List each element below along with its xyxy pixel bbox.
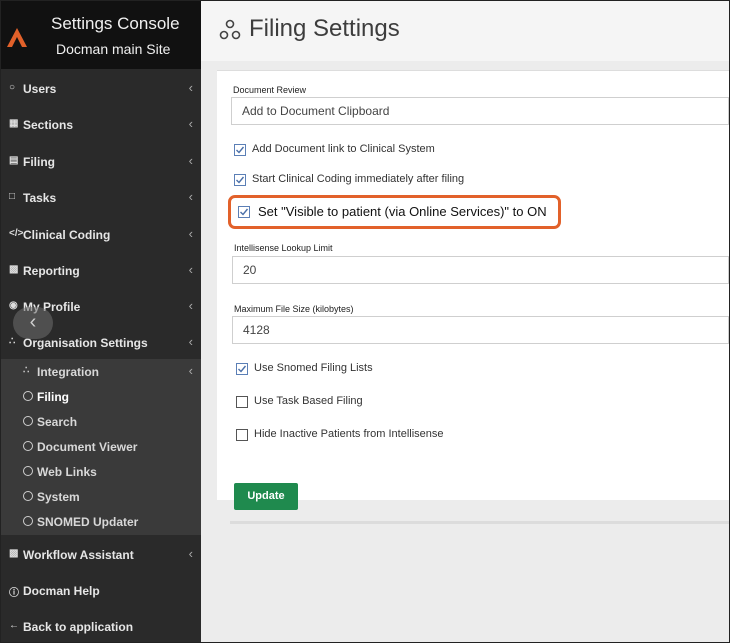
- submenu-item-system[interactable]: System: [1, 486, 201, 508]
- chevron-left-icon: ‹: [188, 546, 193, 561]
- intellisense-limit-input[interactable]: 20: [232, 256, 729, 284]
- arrow-left-icon: ←: [9, 620, 19, 631]
- submenu-item-label: Filing: [37, 390, 69, 404]
- chevron-left-icon: ‹: [188, 80, 193, 95]
- sidebar-item-tasks[interactable]: □ Tasks ‹: [1, 186, 201, 210]
- sidebar-item-users[interactable]: ○ Users ‹: [1, 77, 201, 101]
- collapse-sidebar-button[interactable]: ‹: [13, 307, 53, 339]
- intellisense-limit-label: Intellisense Lookup Limit: [234, 243, 333, 253]
- sidebar-item-label: Docman Help: [23, 584, 100, 598]
- circle-icon: [23, 391, 33, 401]
- checkbox-checked[interactable]: [234, 144, 246, 156]
- submenu-item-label: SNOMED Updater: [37, 515, 139, 529]
- submenu-item-integration[interactable]: ∴ Integration ‹: [1, 361, 201, 383]
- tag-icon: □: [9, 191, 16, 202]
- max-file-size-label: Maximum File Size (kilobytes): [234, 304, 354, 314]
- checkbox-unchecked[interactable]: [236, 429, 248, 441]
- page-title: Filing Settings: [249, 15, 400, 42]
- brand-title: Settings Console: [51, 14, 180, 33]
- visible-to-patient-highlight[interactable]: Set "Visible to patient (via Online Serv…: [228, 195, 561, 229]
- page-header: Filing Settings: [201, 1, 729, 61]
- user-icon: ○: [9, 82, 16, 93]
- sidebar: Settings Console Docman main Site ○ User…: [1, 1, 201, 642]
- circle-icon: [23, 416, 33, 426]
- chevron-left-icon: ‹: [188, 226, 193, 241]
- submenu-item-filing[interactable]: Filing: [1, 386, 201, 408]
- checkbox-label: Add Document link to Clinical System: [252, 143, 435, 155]
- submenu-item-label: Document Viewer: [37, 440, 138, 454]
- submenu-item-document-viewer[interactable]: Document Viewer: [1, 436, 201, 458]
- chevron-left-icon: ‹: [188, 363, 193, 378]
- sidebar-item-label: Tasks: [23, 191, 57, 205]
- checkbox-unchecked[interactable]: [236, 396, 248, 408]
- submenu-item-search[interactable]: Search: [1, 411, 201, 433]
- checkbox-checked[interactable]: [238, 206, 250, 218]
- org-icon: ∴: [9, 336, 16, 347]
- code-icon: </>: [9, 228, 24, 239]
- checkbox-checked[interactable]: [236, 363, 248, 375]
- sidebar-item-reporting[interactable]: ▩ Reporting ‹: [1, 259, 201, 283]
- update-button[interactable]: Update: [234, 483, 298, 510]
- checkbox-label: Hide Inactive Patients from Intellisense: [254, 428, 444, 440]
- chevron-left-icon: ‹: [188, 189, 193, 204]
- sidebar-item-label: Back to application: [23, 620, 134, 634]
- sidebar-item-label: Workflow Assistant: [23, 548, 134, 562]
- visible-to-patient-label: Set "Visible to patient (via Online Serv…: [258, 204, 547, 219]
- filing-icon: ▤: [9, 155, 19, 166]
- circle-icon: [23, 466, 33, 476]
- checkbox-label: Use Snomed Filing Lists: [254, 362, 373, 374]
- chevron-down-icon: ‹: [188, 334, 193, 349]
- org-icon: [219, 19, 241, 40]
- sidebar-item-docman-help[interactable]: ⓘ Docman Help: [1, 579, 201, 603]
- sidebar-item-sections[interactable]: ▦ Sections ‹: [1, 113, 201, 137]
- grid-icon: ▦: [9, 118, 19, 129]
- help-icon: ⓘ: [9, 588, 19, 599]
- chart-icon: ▩: [9, 264, 19, 275]
- sidebar-item-clinical-coding[interactable]: </> Clinical Coding ‹: [1, 223, 201, 247]
- checkbox-label: Use Task Based Filing: [254, 395, 363, 407]
- max-file-size-input[interactable]: 4128: [232, 316, 729, 344]
- organisation-submenu: ∴ Integration ‹ Filing Search Document V…: [1, 359, 201, 535]
- sidebar-item-label: Reporting: [23, 264, 80, 278]
- brand-subtitle: Docman main Site: [56, 41, 171, 57]
- submenu-item-label: System: [37, 490, 80, 504]
- document-review-label: Document Review: [233, 85, 307, 95]
- circle-icon: [23, 491, 33, 501]
- submenu-item-label: Search: [37, 415, 78, 429]
- submenu-item-label: Integration: [37, 365, 99, 379]
- chevron-left-icon: ‹: [188, 116, 193, 131]
- card-divider: [230, 521, 729, 524]
- submenu-item-snomed-updater[interactable]: SNOMED Updater: [1, 511, 201, 533]
- submenu-item-label: Web Links: [37, 465, 97, 479]
- sidebar-item-filing[interactable]: ▤ Filing ‹: [1, 150, 201, 174]
- sidebar-item-label: Users: [23, 82, 57, 96]
- docman-logo-icon: [7, 28, 27, 47]
- org-icon: ∴: [23, 365, 30, 376]
- chevron-left-icon: ‹: [188, 298, 193, 313]
- document-review-select[interactable]: Add to Document Clipboard: [231, 97, 729, 125]
- circle-icon: [23, 441, 33, 451]
- sidebar-item-back-to-application[interactable]: ← Back to application: [1, 615, 201, 639]
- checkbox-label: Start Clinical Coding immediately after …: [252, 173, 465, 185]
- sidebar-item-label: Clinical Coding: [23, 228, 111, 242]
- sidebar-item-workflow-assistant[interactable]: ▩ Workflow Assistant ‹: [1, 543, 201, 567]
- sidebar-item-label: Filing: [23, 155, 55, 169]
- circle-icon: [23, 516, 33, 526]
- chevron-left-icon: ‹: [188, 153, 193, 168]
- brand-header: Settings Console Docman main Site: [1, 1, 201, 69]
- chevron-left-icon: ‹: [188, 262, 193, 277]
- checkbox-checked[interactable]: [234, 174, 246, 186]
- workflow-icon: ▩: [9, 548, 19, 559]
- sidebar-item-label: Sections: [23, 118, 74, 132]
- submenu-item-web-links[interactable]: Web Links: [1, 461, 201, 483]
